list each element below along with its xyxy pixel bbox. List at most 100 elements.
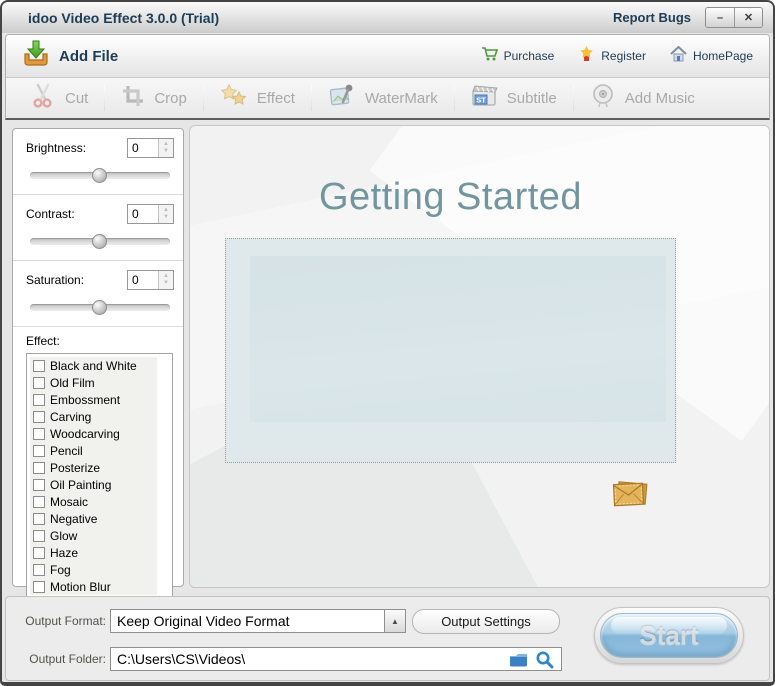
minimize-button[interactable]: –: [706, 8, 734, 27]
folder-browse-icon[interactable]: [509, 650, 528, 669]
preview-panel: Getting Started: [189, 125, 770, 588]
contrast-slider[interactable]: [28, 234, 172, 249]
svg-text:ST: ST: [476, 95, 486, 104]
report-bugs-link[interactable]: Report Bugs: [613, 10, 691, 25]
effect-item[interactable]: Pencil: [30, 442, 157, 459]
output-panel: Output Format: Keep Original Video Forma…: [5, 596, 770, 681]
start-button[interactable]: Start: [594, 607, 744, 664]
effect-item-label: Mosaic: [50, 495, 88, 509]
add-music-button[interactable]: Add Music: [590, 83, 695, 114]
spinner-down-icon[interactable]: ▼: [163, 280, 169, 287]
spinner-up-icon[interactable]: ▲: [163, 207, 169, 214]
effect-list: Black and White Old Film EmbossmentCarving…: [26, 353, 173, 599]
cut-button[interactable]: Cut: [30, 83, 88, 114]
add-file-button[interactable]: Add File: [22, 40, 118, 72]
saturation-spin-buttons: ▲ ▼: [158, 271, 173, 289]
drop-zone-inner: [250, 256, 666, 422]
contrast-label: Contrast:: [26, 207, 75, 221]
effect-item[interactable]: Glow: [30, 527, 157, 544]
homepage-label: HomePage: [693, 49, 753, 63]
spinner-up-icon[interactable]: ▲: [163, 273, 169, 280]
effect-checkbox[interactable]: [33, 496, 45, 508]
spinner-down-icon[interactable]: ▼: [163, 148, 169, 155]
effect-item[interactable]: Posterize: [30, 459, 157, 476]
effect-checkbox[interactable]: [33, 547, 45, 559]
effect-checkbox[interactable]: [33, 462, 45, 474]
purchase-button[interactable]: Purchase: [481, 46, 555, 67]
effect-item[interactable]: Woodcarving: [30, 425, 157, 442]
effect-item-label: Embossment: [50, 393, 120, 407]
output-folder-input[interactable]: [111, 648, 503, 670]
effect-checkbox[interactable]: [33, 377, 45, 389]
slider-thumb[interactable]: [92, 168, 107, 183]
window-controls: – ✕: [705, 7, 763, 28]
toolbar-separator: [454, 85, 455, 111]
effect-item-label: Negative: [50, 512, 97, 526]
effect-checkbox[interactable]: [33, 394, 45, 406]
contrast-spinner: ▲ ▼: [127, 204, 174, 224]
effect-item[interactable]: Fog: [30, 561, 157, 578]
envelope-icon[interactable]: [610, 477, 650, 511]
effect-item[interactable]: Mosaic: [30, 493, 157, 510]
output-settings-button[interactable]: Output Settings: [412, 609, 560, 634]
contrast-input[interactable]: [128, 205, 158, 223]
register-button[interactable]: Register: [578, 46, 646, 67]
brightness-section: Brightness: ▲ ▼: [13, 129, 183, 195]
effect-checkbox[interactable]: [33, 479, 45, 491]
purchase-label: Purchase: [504, 49, 555, 63]
subtitle-label: Subtitle: [507, 90, 557, 107]
output-format-select[interactable]: Keep Original Video Format ▲: [110, 609, 406, 633]
slider-thumb[interactable]: [92, 234, 107, 249]
effect-checkbox[interactable]: [33, 564, 45, 576]
home-icon: [670, 46, 687, 67]
saturation-spinner: ▲ ▼: [127, 270, 174, 290]
effect-list-label: Effect:: [26, 334, 173, 348]
effect-item-label: Old Film: [50, 376, 95, 390]
effect-label: Effect: [257, 90, 295, 107]
effect-item[interactable]: Carving: [30, 408, 157, 425]
brightness-slider[interactable]: [28, 168, 172, 183]
effect-item[interactable]: Haze: [30, 544, 157, 561]
effect-checkbox[interactable]: [33, 411, 45, 423]
combo-arrow-icon[interactable]: ▲: [384, 610, 405, 632]
close-button[interactable]: ✕: [734, 8, 762, 27]
toolbar-separator: [573, 85, 574, 111]
effect-item[interactable]: Motion Blur: [30, 578, 157, 595]
saturation-label: Saturation:: [26, 273, 84, 287]
effect-checkbox[interactable]: [33, 513, 45, 525]
clapperboard-icon: ST: [471, 83, 498, 114]
output-format-label: Output Format:: [6, 614, 106, 628]
saturation-input[interactable]: [128, 271, 158, 289]
effect-item[interactable]: Oil Painting: [30, 476, 157, 493]
effect-item[interactable]: Black and White: [30, 357, 157, 374]
effect-item-label: Fog: [50, 563, 71, 577]
slider-thumb[interactable]: [92, 300, 107, 315]
watermark-button[interactable]: WaterMark: [328, 83, 438, 114]
effect-item[interactable]: Negative: [30, 510, 157, 527]
output-folder-field: [110, 647, 562, 671]
watermark-label: WaterMark: [365, 90, 438, 107]
saturation-slider[interactable]: [28, 300, 172, 315]
effect-checkbox[interactable]: [33, 360, 45, 372]
drop-zone[interactable]: [225, 238, 676, 463]
brightness-input[interactable]: [128, 139, 158, 157]
effect-checkbox[interactable]: [33, 530, 45, 542]
effect-checkbox[interactable]: [33, 581, 45, 593]
crop-button[interactable]: Crop: [121, 84, 187, 113]
spinner-down-icon[interactable]: ▼: [163, 214, 169, 221]
subtitle-button[interactable]: ST Subtitle: [471, 83, 557, 114]
effect-checkbox[interactable]: [33, 445, 45, 457]
homepage-button[interactable]: HomePage: [670, 46, 753, 67]
effect-button[interactable]: Effect: [220, 83, 295, 114]
watermark-icon: [328, 83, 356, 114]
search-icon[interactable]: [535, 650, 554, 669]
toolbar-separator: [104, 85, 105, 111]
effect-item-label: Motion Blur: [50, 580, 111, 594]
effect-item-label: Woodcarving: [50, 427, 120, 441]
effect-item[interactable]: Old Film: [30, 374, 157, 391]
effect-item-label: Black and White: [50, 359, 137, 373]
effect-item-label: Haze: [50, 546, 78, 560]
effect-item[interactable]: Embossment: [30, 391, 157, 408]
spinner-up-icon[interactable]: ▲: [163, 141, 169, 148]
effect-checkbox[interactable]: [33, 428, 45, 440]
